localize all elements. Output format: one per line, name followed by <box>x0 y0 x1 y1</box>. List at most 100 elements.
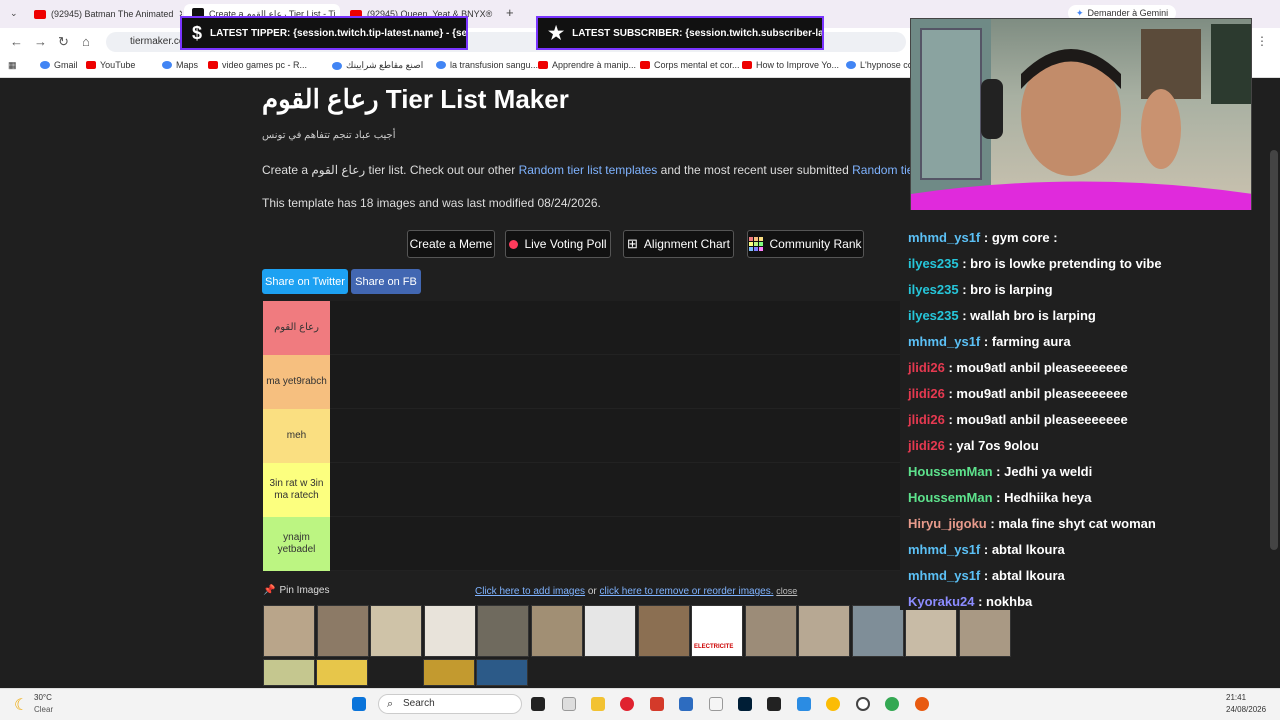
chat-username[interactable]: jlidi26 <box>908 412 945 427</box>
chat-text: Hedhiika heya <box>1004 490 1092 505</box>
tier-image-thumbnail[interactable] <box>316 605 369 657</box>
tier-label[interactable]: رعاع القوم <box>263 301 330 355</box>
bookmark-maps[interactable]: Maps <box>162 60 198 70</box>
add-images-link[interactable]: Click here to add images <box>475 586 585 597</box>
tier-image-thumbnail[interactable] <box>744 605 797 657</box>
tier-image-thumbnail[interactable] <box>316 659 368 686</box>
photoshop-icon[interactable] <box>738 697 752 711</box>
tier-label[interactable]: 3in rat w 3in ma ratech <box>263 463 330 517</box>
tier-image-thumbnail[interactable] <box>263 659 315 686</box>
taskbar-search[interactable]: ⌕ Search <box>378 694 522 714</box>
tier-image-thumbnail[interactable] <box>637 605 690 657</box>
tier-image-thumbnail[interactable]: ELECTRICITE <box>691 605 743 657</box>
tab-batman[interactable]: (92945) Batman The Animated ✕ <box>26 4 182 24</box>
task-view-icon[interactable] <box>531 697 545 711</box>
bookmark-hypnose[interactable]: L'hypnose co <box>846 60 913 70</box>
bookmark-corps[interactable]: Corps mental et cor... <box>640 60 740 70</box>
remove-reorder-link[interactable]: click here to remove or reorder images. <box>600 586 774 597</box>
search-icon: ⌕ <box>387 698 394 710</box>
tier-image-thumbnail[interactable] <box>263 605 315 657</box>
menu-icon[interactable]: ⋮ <box>1256 34 1268 48</box>
tier-image-thumbnail[interactable] <box>423 659 475 686</box>
chat-username[interactable]: mhmd_ys1f <box>908 334 980 349</box>
tier-label[interactable]: ynajm yetbadel <box>263 517 330 571</box>
share-twitter-button[interactable]: Share on Twitter <box>262 269 348 294</box>
chat-username[interactable]: HoussemMan <box>908 490 993 505</box>
app-icon[interactable] <box>650 697 664 711</box>
windows-start-icon[interactable] <box>352 697 366 711</box>
bookmark-video-games[interactable]: video games pc - R... <box>208 60 307 70</box>
tier-image-thumbnail[interactable] <box>851 605 904 657</box>
record-icon <box>509 239 519 249</box>
bookmark-arabic[interactable]: اصنع مقاطع شرايينك <box>332 60 423 71</box>
chat-username[interactable]: Hiryu_jigoku <box>908 516 987 531</box>
file-explorer-icon[interactable] <box>591 697 605 711</box>
chat-username[interactable]: Kyoraku24 <box>908 594 974 609</box>
chrome-icon[interactable] <box>826 697 840 711</box>
template-info: This template has 18 images and was last… <box>262 196 601 210</box>
tier-image-thumbnail[interactable] <box>423 605 476 657</box>
chat-username[interactable]: jlidi26 <box>908 386 945 401</box>
chat-username[interactable]: mhmd_ys1f <box>908 542 980 557</box>
bookmark-apprendre[interactable]: Apprendre à manip... <box>538 60 636 70</box>
chat-username[interactable]: jlidi26 <box>908 438 945 453</box>
random-templates-link[interactable]: Random tier list templates <box>519 163 658 177</box>
chat-username[interactable]: mhmd_ys1f <box>908 230 980 245</box>
tier-image-thumbnail[interactable] <box>584 605 636 657</box>
bookmark-improve[interactable]: How to Improve Yo... <box>742 60 839 70</box>
notification-app-icon[interactable] <box>915 697 929 711</box>
tier-label[interactable]: meh <box>263 409 330 463</box>
vscode-icon[interactable] <box>797 697 811 711</box>
tier-row[interactable] <box>330 463 900 517</box>
bookmark-transfusion[interactable]: la transfusion sangu... <box>436 60 538 70</box>
document-icon[interactable] <box>709 697 723 711</box>
chrome-active-icon[interactable] <box>885 697 899 711</box>
chat-text: mou9atl anbil pleaseeeeeee <box>956 360 1128 375</box>
new-tab-button[interactable]: + <box>506 5 514 20</box>
file-icon[interactable] <box>562 697 576 711</box>
dollar-icon: $ <box>192 22 203 43</box>
home-icon[interactable]: ⌂ <box>82 34 90 49</box>
close-icon[interactable]: ✕ <box>497 9 498 20</box>
back-icon[interactable]: ← <box>10 34 23 49</box>
tier-row[interactable] <box>330 355 900 409</box>
live-voting-poll-button[interactable]: Live Voting Poll <box>505 230 611 258</box>
tier-row[interactable] <box>330 409 900 463</box>
chat-text: gym core : <box>991 230 1058 245</box>
chat-text: yal 7os 9olou <box>956 438 1039 453</box>
share-fb-button[interactable]: Share on FB <box>351 269 421 294</box>
chat-username[interactable]: ilyes235 <box>908 308 959 323</box>
tier-image-thumbnail[interactable] <box>798 605 850 657</box>
chat-username[interactable]: HoussemMan <box>908 464 993 479</box>
tier-row[interactable] <box>330 301 900 355</box>
create-meme-button[interactable]: Create a Meme <box>407 230 495 258</box>
bookmark-gmail[interactable]: Gmail <box>40 60 78 70</box>
tab-list-chevron-icon[interactable]: ⌄ <box>10 8 18 19</box>
obs-icon[interactable] <box>856 697 870 711</box>
reload-icon[interactable]: ↻ <box>58 34 69 50</box>
forward-icon[interactable]: → <box>34 34 47 49</box>
tier-image-thumbnail[interactable] <box>370 605 422 657</box>
chat-message: mhmd_ys1f : abtal lkoura <box>908 542 1065 557</box>
page-scrollbar[interactable] <box>1270 150 1278 550</box>
opera-icon[interactable] <box>620 697 634 711</box>
tier-image-thumbnail[interactable] <box>958 605 1011 657</box>
tier-image-thumbnail[interactable] <box>477 605 529 657</box>
bookmark-youtube[interactable]: YouTube <box>86 60 135 70</box>
tier-image-thumbnail[interactable] <box>476 659 528 686</box>
tier-image-thumbnail[interactable] <box>905 605 957 657</box>
chat-username[interactable]: jlidi26 <box>908 360 945 375</box>
tier-image-thumbnail[interactable] <box>530 605 583 657</box>
alignment-chart-button[interactable]: ⊞ Alignment Chart <box>623 230 734 258</box>
calculator-icon[interactable] <box>679 697 693 711</box>
chat-username[interactable]: ilyes235 <box>908 256 959 271</box>
close-link[interactable]: close <box>776 586 797 596</box>
chat-username[interactable]: ilyes235 <box>908 282 959 297</box>
apps-icon[interactable]: ▦ <box>8 60 17 71</box>
capcut-icon[interactable] <box>767 697 781 711</box>
pin-images-toggle[interactable]: 📌 Pin Images <box>263 585 329 596</box>
tier-row[interactable] <box>330 517 900 571</box>
community-rank-button[interactable]: Community Rank <box>747 230 864 258</box>
tier-label[interactable]: ma yet9rabch <box>263 355 330 409</box>
chat-username[interactable]: mhmd_ys1f <box>908 568 980 583</box>
